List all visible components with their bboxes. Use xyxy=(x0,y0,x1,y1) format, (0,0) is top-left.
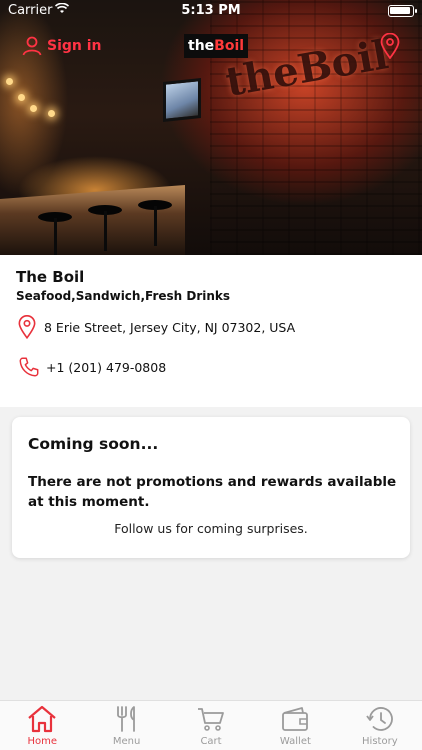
user-icon xyxy=(22,36,42,56)
promo-follow-text: Follow us for coming surprises. xyxy=(114,521,308,536)
brand-logo: theBoil xyxy=(184,34,249,58)
tab-history[interactable]: History xyxy=(338,701,422,750)
history-icon xyxy=(366,707,393,731)
tab-history-label: History xyxy=(362,736,398,747)
phone-icon xyxy=(19,357,39,377)
restaurant-info: The Boil Seafood,Sandwich,Fresh Drinks 8… xyxy=(0,255,422,407)
restaurant-categories: Seafood,Sandwich,Fresh Drinks xyxy=(16,289,231,303)
pendant-lamp xyxy=(48,110,55,117)
battery-icon xyxy=(388,5,417,17)
tab-menu[interactable]: Menu xyxy=(84,701,168,750)
sign-in-label: Sign in xyxy=(47,38,102,54)
tab-home-label: Home xyxy=(27,736,57,747)
tab-cart[interactable]: Cart xyxy=(169,701,253,750)
pendant-lamp xyxy=(18,94,25,101)
wall-tv xyxy=(163,78,201,122)
tab-home[interactable]: Home xyxy=(0,701,84,750)
promo-message: There are not promotions and rewards ava… xyxy=(28,474,397,510)
status-bar: Carrier 5:13 PM xyxy=(0,0,422,22)
location-pin-icon xyxy=(380,32,400,60)
fork-knife-icon xyxy=(116,706,135,732)
promo-title: Coming soon... xyxy=(28,435,159,453)
tab-menu-label: Menu xyxy=(112,736,141,747)
home-icon xyxy=(28,705,56,733)
phone-text: +1 (201) 479-0808 xyxy=(46,359,167,375)
wallet-icon xyxy=(282,707,309,731)
tab-wallet[interactable]: Wallet xyxy=(253,701,337,750)
sign-in-button[interactable]: Sign in xyxy=(22,36,102,56)
bottom-tab-bar: Home Menu Cart Wallet History xyxy=(0,700,422,750)
bar-counter xyxy=(0,185,185,255)
address-text: 8 Erie Street, Jersey City, NJ 07302, US… xyxy=(44,319,296,335)
tab-wallet-label: Wallet xyxy=(279,736,311,747)
location-pin-icon xyxy=(18,315,36,339)
pendant-lamp xyxy=(30,105,37,112)
tab-cart-label: Cart xyxy=(200,736,222,747)
cart-icon xyxy=(198,708,224,731)
pendant-lamp xyxy=(6,78,13,85)
clock: 5:13 PM xyxy=(181,3,241,18)
address-row[interactable]: 8 Erie Street, Jersey City, NJ 07302, US… xyxy=(18,315,295,339)
location-pin-button[interactable] xyxy=(380,32,400,63)
phone-row[interactable]: +1 (201) 479-0808 xyxy=(18,356,166,378)
promotions-card: Coming soon... There are not promotions … xyxy=(12,417,410,558)
restaurant-name: The Boil xyxy=(16,268,85,286)
